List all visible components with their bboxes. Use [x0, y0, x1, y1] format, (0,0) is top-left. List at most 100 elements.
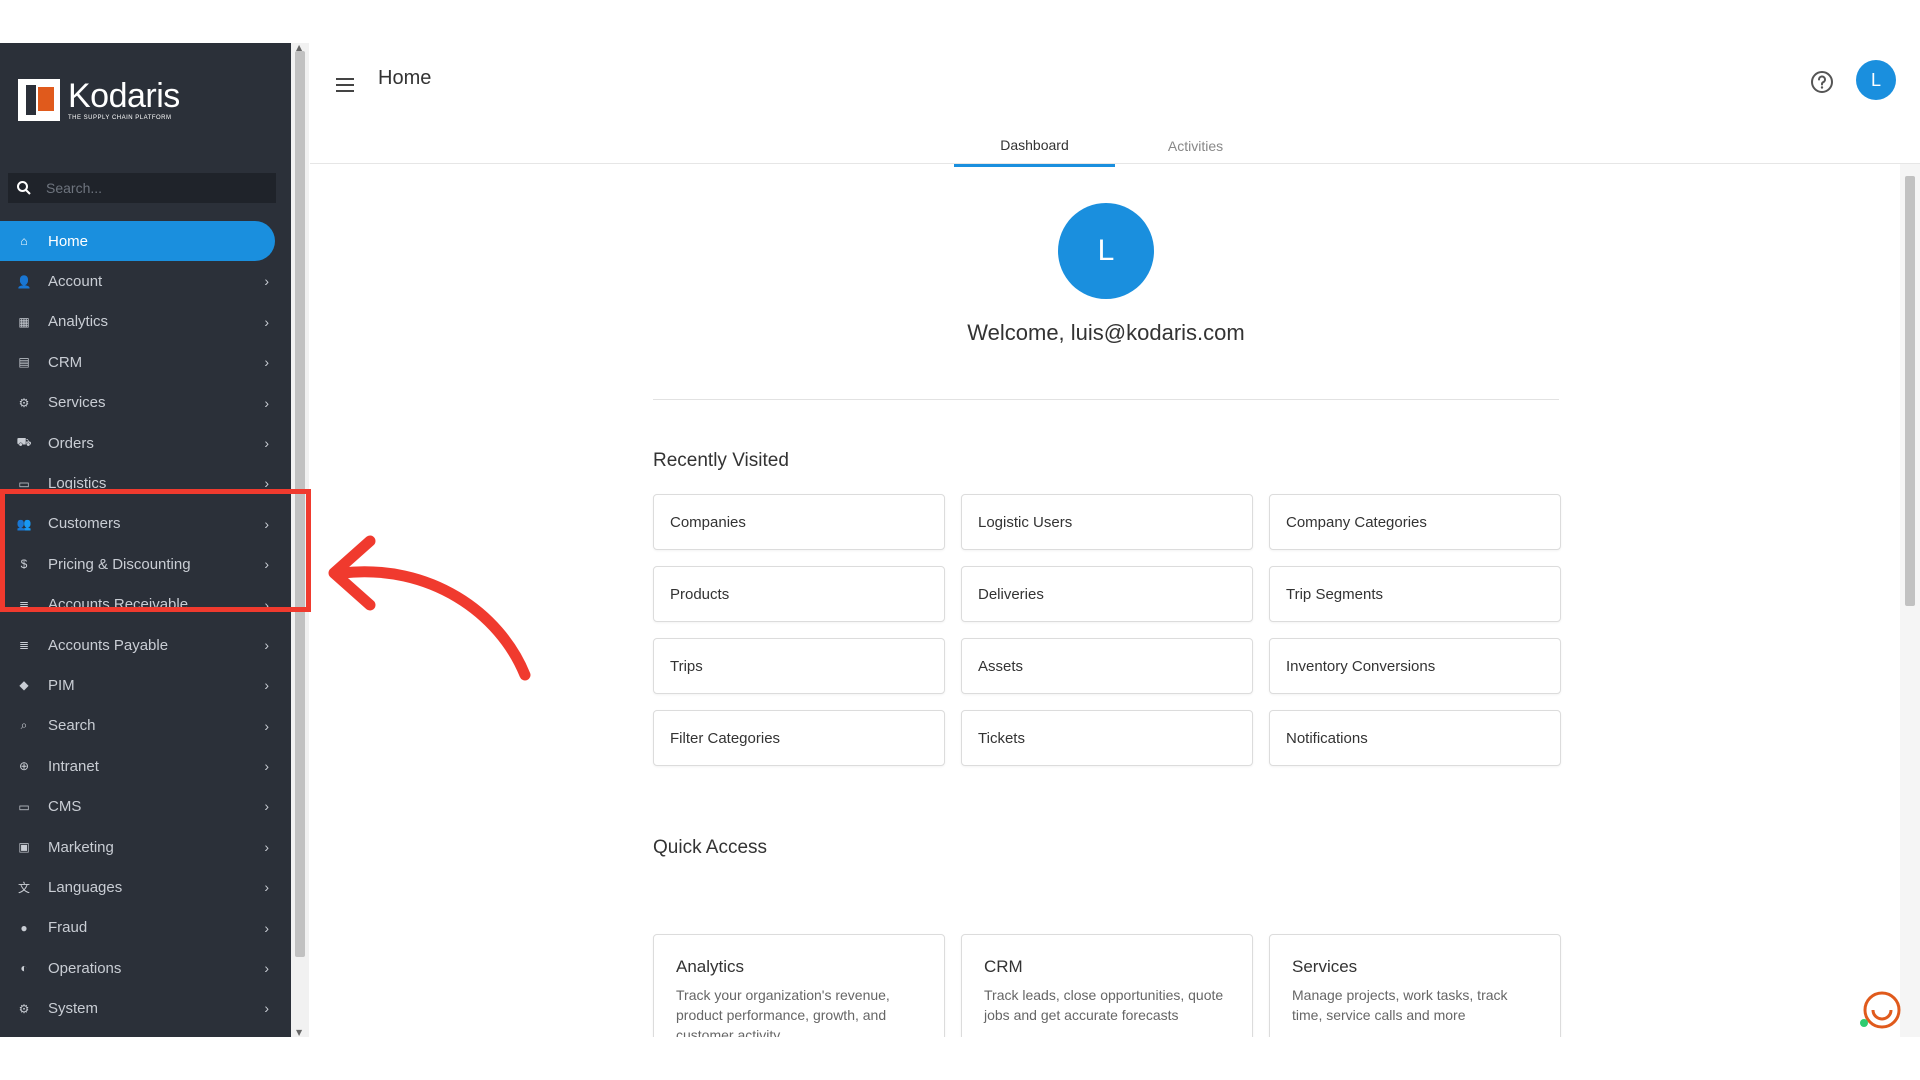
- recently-visited-card[interactable]: Deliveries: [961, 566, 1253, 622]
- kodaris-logo[interactable]: Kodaris THE SUPPLY CHAIN PLATFORM: [18, 79, 180, 121]
- chevron-right-icon: ›: [264, 273, 269, 290]
- sidebar-item-cms[interactable]: ▭ CMS ›: [0, 786, 291, 826]
- tab-dashboard[interactable]: Dashboard: [954, 125, 1115, 167]
- fraud-icon: ●: [20, 920, 28, 935]
- recently-visited-card[interactable]: Notifications: [1269, 710, 1561, 766]
- operations-icon: ◐: [20, 961, 28, 976]
- main-scrollbar-thumb[interactable]: [1905, 176, 1915, 606]
- sidebar-scrollbar[interactable]: ▲ ▼: [291, 43, 309, 1037]
- top-bar: Home L Dashboard Activities: [310, 43, 1920, 167]
- sidebar-search-input[interactable]: [46, 180, 256, 196]
- sidebar-item-label: Marketing: [48, 838, 114, 856]
- sidebar-item-label: Accounts Payable: [48, 636, 169, 654]
- chevron-right-icon: ›: [264, 798, 269, 815]
- hamburger-menu-icon[interactable]: [336, 73, 360, 97]
- sidebar-item-label: CMS: [48, 798, 82, 816]
- user-avatar[interactable]: L: [1856, 60, 1896, 100]
- recently-visited-card[interactable]: Companies: [653, 494, 945, 550]
- sidebar-item-system[interactable]: ⚙ System ›: [0, 988, 291, 1028]
- chevron-right-icon: ›: [264, 434, 269, 451]
- sidebar-item-label: Orders: [48, 434, 94, 452]
- annotation-arrow-icon: [328, 535, 531, 681]
- sidebar-item-label: Logistics: [48, 475, 107, 493]
- logo-text: Kodaris THE SUPPLY CHAIN PLATFORM: [68, 79, 180, 121]
- recently-visited-card[interactable]: Company Categories: [1269, 494, 1561, 550]
- sidebar-item-label: Fraud: [48, 919, 88, 937]
- chevron-right-icon: ›: [264, 313, 269, 330]
- chat-widget-icon[interactable]: [1858, 988, 1902, 1032]
- cms-icon: ▭: [18, 799, 30, 814]
- sidebar-item-accounts-payable[interactable]: ≣ Accounts Payable ›: [0, 625, 291, 665]
- quick-access-card-services[interactable]: Services Manage projects, work tasks, tra…: [1269, 934, 1561, 1037]
- chevron-right-icon: ›: [264, 677, 269, 694]
- recently-visited-card[interactable]: Tickets: [961, 710, 1253, 766]
- chevron-right-icon: ›: [264, 717, 269, 734]
- sidebar-item-label: Accounts Receivable: [48, 596, 189, 614]
- sidebar-item-operations[interactable]: ◐ Operations ›: [0, 948, 291, 988]
- recently-visited-card[interactable]: Filter Categories: [653, 710, 945, 766]
- search-icon: ⌕: [20, 718, 28, 733]
- recently-visited-card[interactable]: Trips: [653, 638, 945, 694]
- recently-visited-card[interactable]: Logistic Users: [961, 494, 1253, 550]
- sidebar-item-home[interactable]: ⌂ Home: [0, 221, 275, 262]
- recently-visited-card[interactable]: Inventory Conversions: [1269, 638, 1561, 694]
- chevron-right-icon: ›: [264, 838, 269, 855]
- quick-access-card-description: Track your organization's revenue, produ…: [676, 987, 890, 1037]
- logistics-icon: ▭: [18, 476, 30, 491]
- welcome-text: Welcome, luis@kodaris.com: [967, 320, 1245, 345]
- sidebar: Kodaris THE SUPPLY CHAIN PLATFORM ⌂ Home 👤…: [0, 43, 291, 1037]
- marketing-icon: ▣: [18, 840, 30, 855]
- recently-visited-card[interactable]: Assets: [961, 638, 1253, 694]
- recently-visited-title: Recently Visited: [653, 450, 789, 471]
- sidebar-item-search[interactable]: ⌕ Search ›: [0, 706, 291, 746]
- sidebar-item-label: Home: [48, 232, 89, 250]
- sidebar-item-account[interactable]: 👤 Account ›: [0, 261, 291, 301]
- help-icon[interactable]: [1810, 70, 1834, 94]
- tag-icon: ◆: [19, 678, 29, 693]
- crm-icon: ▤: [18, 355, 30, 370]
- sidebar-item-label: Analytics: [48, 313, 109, 331]
- sidebar-item-label: System: [48, 1000, 99, 1018]
- sidebar-item-marketing[interactable]: ▣ Marketing ›: [0, 827, 291, 867]
- sidebar-item-customers[interactable]: 👥 Customers ›: [0, 504, 291, 544]
- quick-access-card-description: Manage projects, work tasks, track time,…: [1292, 987, 1508, 1023]
- chevron-right-icon: ›: [264, 596, 269, 613]
- tab-activities[interactable]: Activities: [1115, 125, 1276, 167]
- sidebar-item-accounts-receivable[interactable]: ≣ Accounts Receivable ›: [0, 585, 291, 625]
- sidebar-item-fraud[interactable]: ● Fraud ›: [0, 908, 291, 948]
- sidebar-item-services[interactable]: ⚙ Services ›: [0, 383, 291, 423]
- main-scrollbar[interactable]: [1900, 164, 1920, 1037]
- sidebar-item-label: Operations: [48, 959, 122, 977]
- sidebar-nav: ⌂ Home 👤 Account › ▦ Analytics › ▤ CRM › ⚙ Services ›…: [0, 221, 291, 1029]
- app-frame: Kodaris THE SUPPLY CHAIN PLATFORM ⌂ Home 👤…: [0, 43, 1920, 1037]
- sidebar-item-languages[interactable]: 文 Languages ›: [0, 867, 291, 907]
- quick-access-card-description: Track leads, close opportunities, quote …: [984, 987, 1224, 1023]
- chevron-right-icon: ›: [264, 960, 269, 977]
- sidebar-item-pim[interactable]: ◆ PIM ›: [0, 665, 291, 705]
- chevron-right-icon: ›: [264, 879, 269, 896]
- sidebar-item-analytics[interactable]: ▦ Analytics ›: [0, 302, 291, 342]
- chevron-right-icon: ›: [264, 475, 269, 492]
- sidebar-item-logistics[interactable]: ▭ Logistics ›: [0, 463, 291, 503]
- quick-access-card-crm[interactable]: CRM Track leads, close opportunities, quo…: [961, 934, 1253, 1037]
- languages-icon: 文: [17, 880, 30, 895]
- sidebar-item-crm[interactable]: ▤ CRM ›: [0, 342, 291, 382]
- sidebar-item-label: Languages: [48, 878, 123, 896]
- section-divider: [653, 399, 1559, 400]
- quick-access-card-analytics[interactable]: Analytics Track your organization's reven…: [653, 934, 945, 1037]
- services-icon: ⚙: [18, 395, 30, 410]
- chevron-right-icon: ›: [264, 636, 269, 653]
- chevron-right-icon: ›: [264, 354, 269, 371]
- chevron-right-icon: ›: [264, 919, 269, 936]
- sidebar-scrollbar-thumb[interactable]: [295, 51, 305, 957]
- sidebar-item-orders[interactable]: ⛟ Orders ›: [0, 423, 291, 463]
- recently-visited-card[interactable]: Trip Segments: [1269, 566, 1561, 622]
- accounts-payable-icon: ≣: [18, 638, 30, 653]
- tabs: Dashboard Activities: [954, 125, 1276, 167]
- recently-visited-card[interactable]: Products: [653, 566, 945, 622]
- scroll-down-arrow-icon[interactable]: ▼: [296, 1028, 302, 1037]
- sidebar-item-label: Account: [48, 273, 103, 291]
- sidebar-item-pricing-discounting[interactable]: $ Pricing & Discounting ›: [0, 544, 291, 584]
- sidebar-item-intranet[interactable]: ⊕ Intranet ›: [0, 746, 291, 786]
- logo-name: Kodaris: [68, 77, 180, 115]
